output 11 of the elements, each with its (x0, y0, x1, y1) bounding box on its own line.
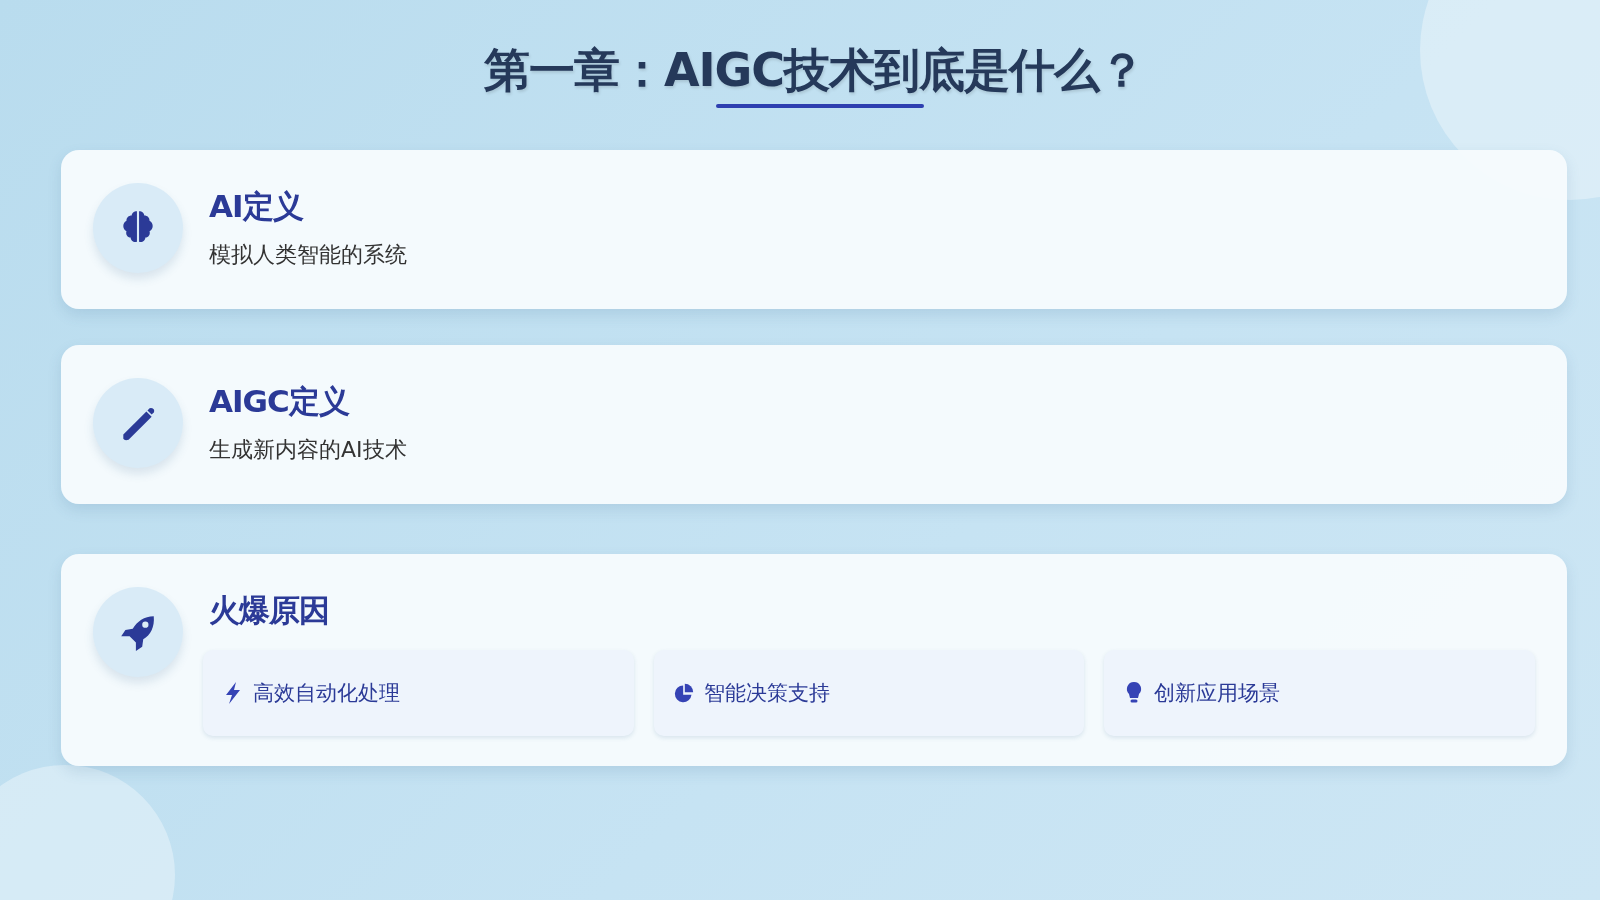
pie-chart-icon (673, 681, 694, 705)
reason-label: 创新应用场景 (1154, 680, 1281, 707)
lightning-icon (223, 681, 243, 705)
page-title: 第一章：AIGC技术到底是什么？ (483, 42, 1145, 99)
card-description: 生成新内容的AI技术 (209, 436, 408, 464)
card-title: AIGC定义 (209, 382, 351, 421)
card-title: AI定义 (209, 187, 305, 226)
card-title: 火爆原因 (209, 591, 330, 630)
card-description: 模拟人类智能的系统 (209, 241, 408, 269)
reason-label: 高效自动化处理 (253, 680, 400, 707)
reason-label: 智能决策支持 (703, 680, 830, 707)
